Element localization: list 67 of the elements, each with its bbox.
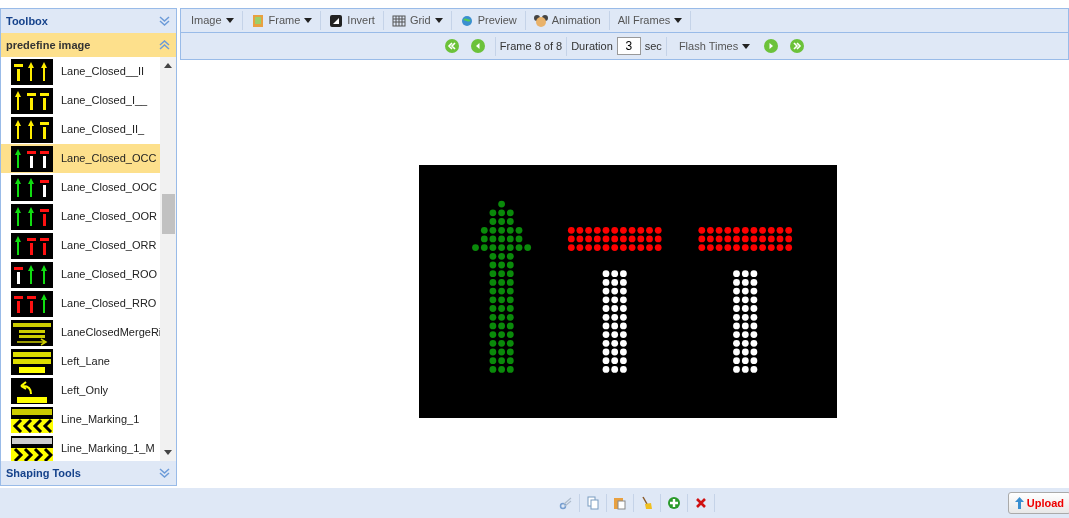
toolbar-button[interactable]: Image — [183, 11, 243, 30]
grid-icon — [391, 13, 406, 28]
image-list-item[interactable]: Lane_Closed_ROO — [1, 260, 160, 289]
image-list-item[interactable]: Lane_Closed_II_ — [1, 115, 160, 144]
sign-thumbnail — [11, 377, 53, 404]
scroll-up-icon[interactable] — [164, 63, 172, 68]
sign-thumbnail — [11, 406, 53, 433]
sign-thumbnail — [11, 58, 53, 85]
toolbar-button[interactable]: Preview — [451, 11, 526, 30]
duration-label: Duration — [571, 38, 613, 54]
scroll-down-icon[interactable] — [164, 450, 172, 455]
image-list-item[interactable]: Left_Only — [1, 376, 160, 405]
section-header[interactable]: predefine image — [1, 33, 176, 57]
upload-button[interactable]: Upload — [1007, 491, 1069, 515]
last-frame-icon[interactable] — [790, 39, 805, 53]
image-list-item[interactable]: Lane_Closed_I__ — [1, 86, 160, 115]
caret-icon — [742, 43, 751, 49]
invert-icon — [329, 13, 344, 28]
upload-arrow-icon — [1014, 497, 1024, 509]
image-list-item[interactable]: Left_Lane — [1, 347, 160, 376]
panel-title: Toolbox — [6, 13, 48, 29]
image-list-item[interactable]: Lane_Closed_ORR — [1, 231, 160, 260]
toolbar-button[interactable]: Invert — [321, 11, 384, 30]
first-frame-icon[interactable] — [444, 39, 459, 53]
sign-thumbnail — [11, 232, 53, 259]
scrollbar-thumb[interactable] — [161, 194, 175, 234]
sign-thumbnail — [11, 435, 53, 461]
toolbar-button[interactable]: Frame — [242, 11, 322, 30]
collapse-icon[interactable] — [159, 40, 170, 50]
image-list-item[interactable]: Lane_Closed__II — [1, 57, 160, 86]
flash-times-dropdown[interactable]: Flash Times — [670, 36, 759, 56]
image-list-item[interactable]: Line_Marking_1 — [1, 405, 160, 434]
unit-label: sec — [644, 38, 662, 54]
toolbar-button[interactable]: All Frames — [609, 11, 692, 30]
broom-icon[interactable] — [639, 496, 654, 510]
previous-frame-icon[interactable] — [470, 39, 485, 53]
section-header[interactable]: Shaping Tools — [1, 461, 176, 485]
toolbar-button[interactable]: Animation — [525, 11, 610, 30]
globe-icon — [459, 13, 474, 28]
sign-thumbnail — [11, 348, 53, 375]
sign-thumbnail — [11, 87, 53, 114]
sign-thumbnail — [11, 116, 53, 143]
toolbar-button[interactable]: Grid — [383, 11, 452, 30]
expand-icon[interactable] — [159, 468, 170, 478]
duration-field[interactable]: 3 — [616, 37, 641, 55]
delete-icon[interactable] — [693, 496, 708, 510]
sign-thumbnail — [11, 319, 53, 346]
sign-thumbnail — [11, 174, 53, 201]
image-list-item[interactable]: Lane_Closed_OOC — [1, 173, 160, 202]
sign-thumbnail — [11, 145, 53, 172]
frame-counter: Frame 8 of 8 — [499, 38, 563, 54]
sign-thumbnail — [11, 261, 53, 288]
copy-icon[interactable] — [585, 496, 600, 510]
sign-thumbnail — [11, 203, 53, 230]
image-list-item[interactable]: Lane_Closed_RRO — [1, 289, 160, 318]
next-frame-icon[interactable] — [764, 39, 779, 53]
mouse-icon — [533, 13, 548, 28]
paste-icon[interactable] — [612, 496, 627, 510]
image-list-item[interactable]: Lane_Closed_OOR — [1, 202, 160, 231]
scrollbar[interactable] — [160, 57, 176, 461]
image-list-item[interactable]: Line_Marking_1_M — [1, 434, 160, 461]
image-list-item[interactable]: Lane_Closed_OCC — [1, 144, 160, 173]
add-icon[interactable] — [666, 496, 681, 510]
expand-icon[interactable] — [159, 16, 170, 26]
image-list-item[interactable]: LaneClosedMergeRi — [1, 318, 160, 347]
picture-icon — [250, 13, 265, 28]
sign-thumbnail — [11, 290, 53, 317]
